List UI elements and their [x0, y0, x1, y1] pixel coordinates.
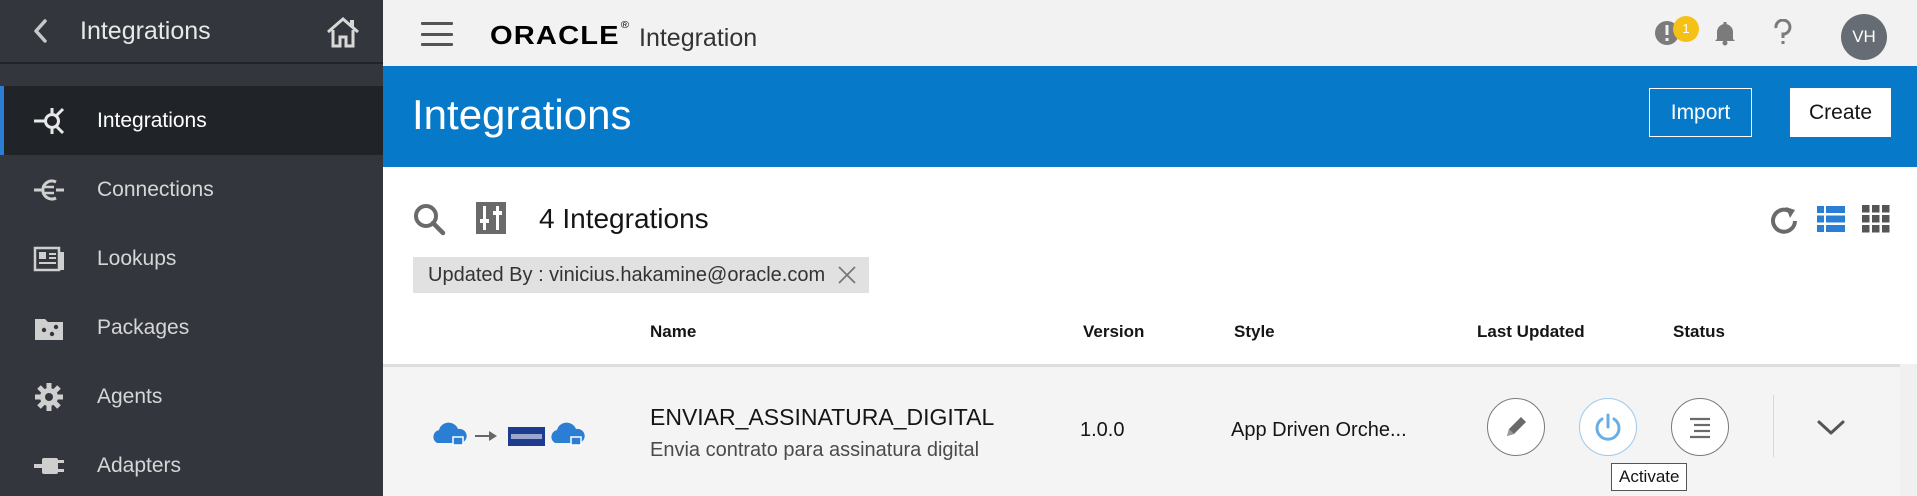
list-menu-icon — [1690, 417, 1710, 439]
refresh-icon[interactable] — [1768, 205, 1800, 237]
filter-sliders-icon[interactable] — [475, 201, 507, 235]
sidebar-item-label: Lookups — [97, 246, 177, 270]
table-header: Name Version Style Last Updated Status — [383, 302, 1903, 364]
integrations-count: 4 Integrations — [539, 203, 709, 234]
sidebar-item-label: Agents — [97, 384, 163, 408]
sidebar-header: Integrations — [0, 0, 383, 64]
list-toolbar: 4 Integrations Updated By : vinicius.hak… — [383, 167, 1917, 302]
import-button[interactable]: Import — [1649, 88, 1752, 137]
sidebar-item-integrations[interactable]: Integrations — [0, 86, 383, 155]
cloud-source-icon — [433, 422, 467, 446]
hamburger-menu-icon[interactable] — [421, 22, 453, 46]
oracle-logo: ORACLE® — [490, 20, 631, 50]
column-header-name[interactable]: Name — [650, 322, 696, 342]
integration-description: Envia contrato para assinatura digital — [650, 439, 980, 461]
close-icon[interactable] — [837, 265, 857, 285]
lookups-icon — [0, 224, 97, 293]
create-button[interactable]: Create — [1790, 88, 1891, 137]
bell-icon[interactable] — [1709, 17, 1741, 49]
sidebar-item-label: Packages — [97, 315, 190, 339]
sidebar-title: Integrations — [80, 16, 211, 45]
page-header: Integrations Import Create — [383, 66, 1917, 167]
packages-icon — [0, 293, 97, 362]
chevron-down-icon[interactable] — [1815, 411, 1847, 443]
activate-button[interactable] — [1579, 398, 1637, 456]
gear-icon — [0, 362, 97, 431]
arrow-right-icon — [475, 431, 497, 441]
user-avatar[interactable]: VH — [1841, 14, 1887, 60]
notification-badge: 1 — [1673, 16, 1699, 42]
sidebar-item-lookups[interactable]: Lookups — [0, 224, 383, 293]
list-view-icon[interactable] — [1816, 204, 1846, 234]
integration-flow-icon — [433, 422, 585, 446]
row-divider — [1773, 395, 1774, 457]
activate-tooltip: Activate — [1611, 463, 1688, 491]
home-icon[interactable] — [325, 14, 361, 50]
search-icon[interactable] — [412, 202, 446, 236]
sidebar-item-agents[interactable]: Agents — [0, 362, 383, 431]
chevron-left-icon — [34, 19, 47, 43]
top-bar: ORACLE® Integration 1 VH — [383, 0, 1917, 66]
back-button[interactable] — [0, 0, 80, 63]
cloud-target-icon — [551, 422, 585, 446]
pencil-icon — [1507, 417, 1526, 436]
power-icon — [1595, 413, 1621, 441]
sidebar-item-adapters[interactable]: Adapters — [0, 431, 383, 496]
integrations-icon — [0, 86, 97, 155]
column-header-status[interactable]: Status — [1673, 322, 1725, 342]
sidebar-nav: Integrations Connections Lookups Package… — [0, 86, 383, 496]
integration-name[interactable]: ENVIAR_ASSINATURA_DIGITAL — [650, 404, 994, 431]
sidebar: Integrations Integrations Connections Lo… — [0, 0, 383, 496]
page-title: Integrations — [412, 91, 632, 138]
sidebar-item-packages[interactable]: Packages — [0, 293, 383, 362]
column-header-style[interactable]: Style — [1234, 322, 1275, 342]
adapter-plug-icon — [0, 431, 97, 496]
sidebar-item-label: Integrations — [97, 108, 207, 132]
sidebar-item-label: Connections — [97, 177, 214, 201]
integration-style: App Driven Orche... — [1231, 419, 1407, 441]
actions-menu-button[interactable] — [1671, 398, 1729, 456]
help-icon[interactable] — [1767, 17, 1799, 49]
filter-chip-label: Updated By : vinicius.hakamine@oracle.co… — [428, 263, 826, 286]
column-header-version[interactable]: Version — [1083, 322, 1144, 342]
product-name: Integration — [639, 24, 758, 52]
connections-icon — [0, 155, 97, 224]
column-header-last-updated[interactable]: Last Updated — [1477, 322, 1585, 342]
filter-chip: Updated By : vinicius.hakamine@oracle.co… — [413, 257, 870, 293]
scrollbar[interactable] — [1900, 364, 1917, 496]
sidebar-item-label: Adapters — [97, 453, 182, 477]
sidebar-item-connections[interactable]: Connections — [0, 155, 383, 224]
grid-view-icon[interactable] — [1861, 204, 1891, 234]
integration-version: 1.0.0 — [1080, 419, 1125, 441]
docusign-logo-icon — [508, 427, 545, 446]
edit-button[interactable] — [1487, 398, 1545, 456]
